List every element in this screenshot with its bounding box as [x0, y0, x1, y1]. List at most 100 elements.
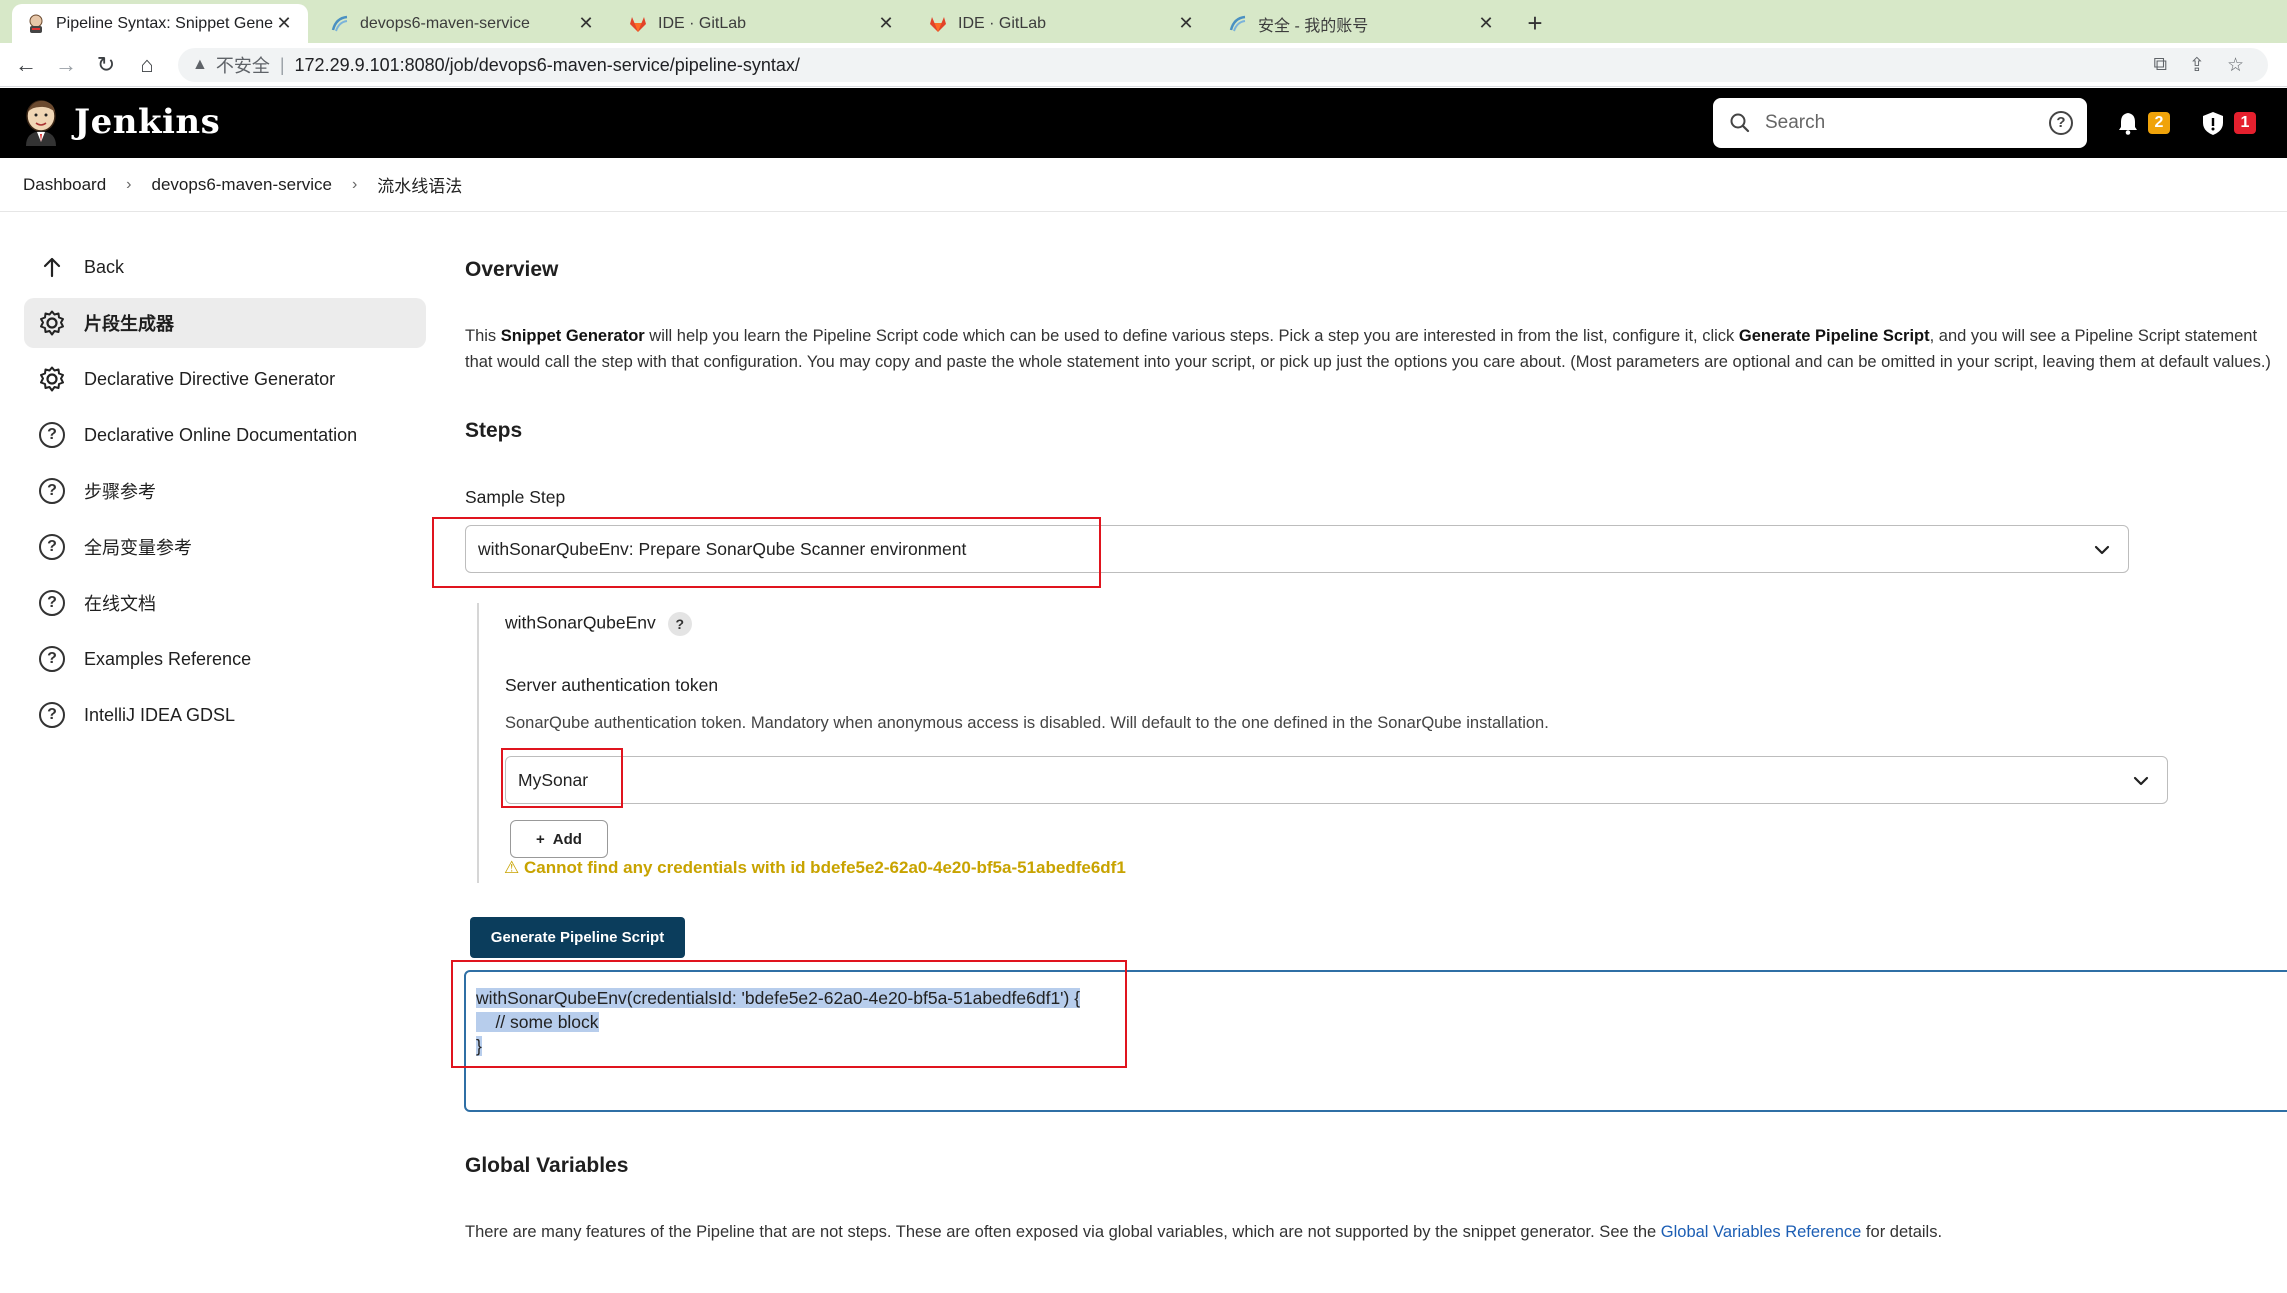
credentials-warning: ⚠ Cannot find any credentials with id bd… — [504, 858, 1126, 878]
sidebar-item-label: 在线文档 — [84, 594, 156, 614]
close-icon[interactable]: ✕ — [1476, 13, 1496, 34]
browser-tab-bar: Pipeline Syntax: Snippet Generator ✕ dev… — [0, 0, 2287, 43]
arrow-up-icon — [38, 253, 66, 281]
global-variables-heading: Global Variables — [465, 1154, 629, 1177]
sidebar-item-label: Back — [84, 256, 125, 277]
plus-icon: + — [536, 830, 545, 848]
steps-heading: Steps — [465, 419, 523, 442]
notifications-badge[interactable]: 2 — [2148, 112, 2170, 134]
close-icon[interactable]: ✕ — [576, 13, 596, 34]
help-circle-icon: ? — [38, 477, 66, 505]
sample-step-select[interactable]: withSonarQubeEnv: Prepare SonarQube Scan… — [465, 525, 2129, 573]
overview-description: This Snippet Generator will help you lea… — [465, 323, 2275, 375]
browser-tab-account-security[interactable]: 安全 - 我的账号 ✕ — [1214, 4, 1510, 43]
tab-label: IDE · GitLab — [958, 14, 1047, 32]
sidebar-item-label: Declarative Directive Generator — [84, 368, 336, 389]
search-help-icon[interactable]: ? — [2049, 111, 2073, 135]
breadcrumb-dashboard[interactable]: Dashboard — [23, 175, 106, 195]
overview-text: This — [465, 327, 501, 345]
help-question-icon[interactable]: ? — [667, 612, 692, 636]
sidebar-item-steps-reference[interactable]: ? 步骤参考 — [24, 466, 426, 516]
omnibox-separator: | — [279, 54, 285, 75]
close-icon[interactable]: ✕ — [1176, 13, 1196, 34]
browser-tab-gitlab-1[interactable]: IDE · GitLab ✕ — [614, 4, 910, 43]
sidebar-item-online-docs[interactable]: ? 在线文档 — [24, 578, 426, 628]
jenkins-favicon-icon — [26, 14, 46, 34]
close-icon[interactable]: ✕ — [274, 13, 294, 34]
omnibox-actions: ⧉ ⇪ ☆ — [2153, 54, 2244, 77]
insecure-label: 不安全 — [215, 56, 270, 76]
sidebar-item-label: 全局变量参考 — [84, 538, 192, 558]
sidebar-item-label: 片段生成器 — [84, 314, 174, 334]
script-line: } — [476, 1036, 482, 1056]
tab-label: IDE · GitLab — [658, 14, 747, 32]
chevron-down-icon — [2133, 776, 2149, 786]
back-arrow-icon[interactable]: ← — [12, 51, 40, 79]
jenkins-logo-icon[interactable] — [20, 98, 62, 148]
browser-tab-devops6[interactable]: devops6-maven-service ✕ — [316, 4, 610, 43]
gitlab-icon — [628, 14, 648, 34]
global-variables-reference-link[interactable]: Global Variables Reference — [1661, 1223, 1862, 1241]
gear-icon — [38, 365, 66, 393]
sidebar-item-label: IntelliJ IDEA GDSL — [84, 704, 236, 725]
chevron-right-icon: › — [351, 175, 358, 193]
forward-arrow-icon[interactable]: → — [52, 51, 80, 79]
sidebar: Back 片段生成器 Declarative Directive Generat… — [24, 242, 426, 746]
breadcrumb: Dashboard › devops6-maven-service › 流水线语… — [0, 158, 2287, 212]
jenkins-wave-icon — [1228, 14, 1248, 34]
script-line: // some block — [476, 1012, 599, 1032]
search-input[interactable] — [1765, 112, 2035, 134]
sidebar-item-back[interactable]: Back — [24, 242, 426, 292]
browser-tab-pipeline-syntax[interactable]: Pipeline Syntax: Snippet Generator ✕ — [12, 4, 308, 43]
sidebar-item-declarative-online-documentation[interactable]: ? Declarative Online Documentation — [24, 410, 426, 460]
warning-triangle-icon: ⚠ — [504, 858, 520, 877]
help-circle-icon: ? — [38, 421, 66, 449]
reload-icon[interactable]: ↻ — [92, 51, 120, 79]
breadcrumb-job[interactable]: devops6-maven-service — [152, 175, 332, 195]
jenkins-brand-title[interactable]: Jenkins — [74, 102, 220, 142]
new-tab-plus-icon[interactable]: + — [1520, 8, 1550, 38]
help-circle-icon: ? — [38, 589, 66, 617]
add-credentials-button[interactable]: + Add — [510, 820, 608, 858]
overview-heading: Overview — [465, 258, 559, 281]
sidebar-item-examples-reference[interactable]: ? Examples Reference — [24, 634, 426, 684]
share-icon[interactable]: ⇪ — [2189, 54, 2205, 77]
overview-bold-snippet-generator: Snippet Generator — [500, 327, 645, 345]
sidebar-item-intellij-gdsl[interactable]: ? IntelliJ IDEA GDSL — [24, 690, 426, 740]
step-name: withSonarQubeEnv — [505, 612, 656, 633]
sidebar-item-declarative-directive-generator[interactable]: Declarative Directive Generator — [24, 354, 426, 404]
generate-pipeline-script-button[interactable]: Generate Pipeline Script — [470, 917, 685, 958]
browser-address-bar: ← → ↻ ⌂ ▲ 不安全 | 172.29.9.101:8080/job/de… — [0, 43, 2287, 87]
security-badge[interactable]: 1 — [2234, 112, 2256, 134]
bell-icon[interactable] — [2115, 110, 2141, 136]
sidebar-item-global-variables-reference[interactable]: ? 全局变量参考 — [24, 522, 426, 572]
translate-icon[interactable]: ⧉ — [2153, 54, 2167, 77]
token-description: SonarQube authentication token. Mandator… — [505, 714, 1549, 732]
add-button-label: Add — [552, 830, 582, 848]
bookmark-star-icon[interactable]: ☆ — [2227, 54, 2244, 77]
script-line: withSonarQubeEnv(credentialsId: 'bdefe5e… — [476, 988, 1081, 1008]
breadcrumb-pipeline-syntax[interactable]: 流水线语法 — [377, 172, 462, 197]
home-icon[interactable]: ⌂ — [133, 51, 161, 79]
search-box: ? — [1713, 98, 2087, 148]
url-omnibox[interactable]: ▲ 不安全 | 172.29.9.101:8080/job/devops6-ma… — [178, 48, 2268, 82]
search-icon — [1730, 113, 1750, 133]
token-select[interactable]: MySonar — [505, 756, 2168, 804]
credentials-warning-text: Cannot find any credentials with id bdef… — [523, 858, 1126, 877]
help-circle-icon: ? — [38, 701, 66, 729]
sidebar-item-snippet-generator[interactable]: 片段生成器 — [24, 298, 426, 348]
global-variables-text: for details. — [1861, 1223, 1943, 1241]
sample-step-label: Sample Step — [465, 487, 566, 507]
sidebar-item-label: Declarative Online Documentation — [84, 424, 358, 445]
gitlab-icon — [928, 14, 948, 34]
help-circle-icon: ? — [38, 533, 66, 561]
tab-label: 安全 - 我的账号 — [1258, 17, 1369, 35]
generated-script-textarea[interactable]: withSonarQubeEnv(credentialsId: 'bdefe5e… — [464, 970, 2287, 1112]
close-icon[interactable]: ✕ — [876, 13, 896, 34]
browser-tab-gitlab-2[interactable]: IDE · GitLab ✕ — [914, 4, 1210, 43]
help-circle-icon: ? — [38, 645, 66, 673]
shield-icon[interactable] — [2200, 110, 2226, 136]
jenkins-wave-icon — [330, 14, 350, 34]
token-label: Server authentication token — [505, 675, 719, 695]
token-value: MySonar — [518, 769, 589, 790]
